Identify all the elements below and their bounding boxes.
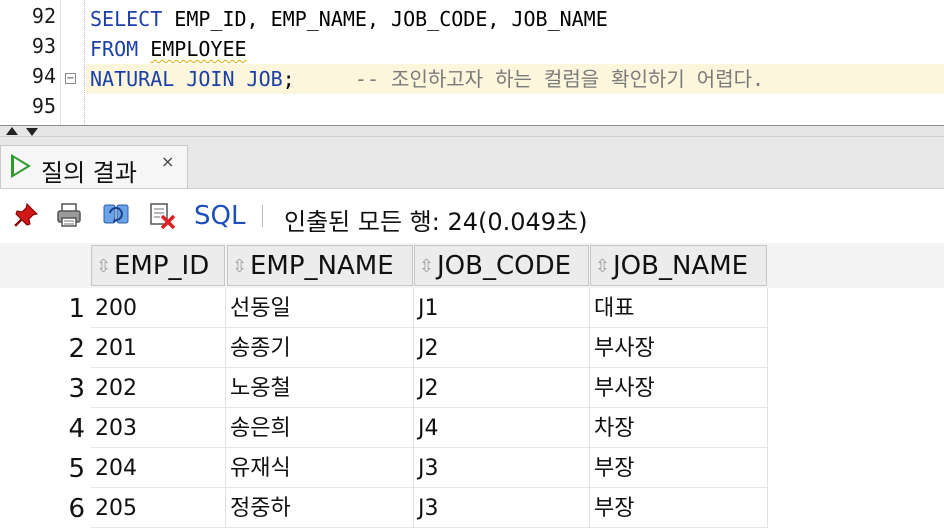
cell-job-code[interactable]: J2 [414, 368, 590, 408]
row-number: 2 [68, 334, 85, 364]
cell-emp-id[interactable]: 201 [91, 328, 226, 368]
collapse-up-icon[interactable] [6, 127, 18, 135]
cell-job-name[interactable]: 차장 [590, 408, 768, 448]
cell-emp-name[interactable]: 선동일 [226, 288, 414, 328]
table-row[interactable]: 6 205 정중하 J3 부장 [0, 488, 944, 528]
cell-emp-name[interactable]: 유재식 [226, 448, 414, 488]
print-icon[interactable] [55, 201, 83, 229]
cell-emp-id[interactable]: 203 [91, 408, 226, 448]
pane-splitter[interactable] [0, 125, 944, 137]
cell-emp-id[interactable]: 200 [91, 288, 226, 328]
line-number: 92 [31, 4, 56, 28]
table-row[interactable]: 5 204 유재식 J3 부장 [0, 448, 944, 488]
sql-comment: -- 조인하고자 하는 컬럼을 확인하기 어렵다. [354, 67, 765, 91]
code-line-from[interactable]: FROM EMPLOYEE [90, 34, 247, 64]
cell-job-code[interactable]: J1 [414, 288, 590, 328]
line-number: 95 [31, 94, 56, 118]
collapse-down-icon[interactable] [26, 128, 38, 136]
row-number: 5 [68, 454, 85, 484]
toolbar-divider [262, 205, 263, 227]
tab-label: 질의 결과 [41, 159, 137, 187]
delete-export-icon[interactable] [148, 201, 176, 229]
column-header-job-name[interactable]: ⇳ JOB_NAME [590, 245, 767, 286]
tab-query-result[interactable]: 질의 결과 × [0, 145, 188, 188]
results-tab-bar: 질의 결과 × [0, 137, 944, 189]
cell-emp-name[interactable]: 송은희 [226, 408, 414, 448]
indent-guide [84, 0, 85, 125]
cell-emp-id[interactable]: 205 [91, 488, 226, 528]
cell-emp-id[interactable]: 204 [91, 448, 226, 488]
refresh-icon[interactable] [102, 201, 130, 229]
cell-job-name[interactable]: 부사장 [590, 368, 768, 408]
sql-editor[interactable]: 92 93 94 95 − SELECT EMP_ID, EMP_NAME, J… [0, 0, 944, 125]
sort-icon: ⇳ [595, 256, 611, 277]
line-number-gutter: 92 93 94 95 [0, 0, 61, 125]
cell-job-name[interactable]: 대표 [590, 288, 768, 328]
cell-emp-name[interactable]: 노옹철 [226, 368, 414, 408]
column-header-label: JOB_NAME [613, 251, 749, 281]
sql-keyword: FROM [90, 37, 139, 61]
code-line-select[interactable]: SELECT EMP_ID, EMP_NAME, JOB_CODE, JOB_N… [90, 4, 608, 34]
results-toolbar: SQL 인출된 모든 행: 24(0.049초) [0, 189, 944, 244]
cell-emp-name[interactable]: 송종기 [226, 328, 414, 368]
close-icon[interactable]: × [161, 152, 174, 171]
column-header-emp-name[interactable]: ⇳ EMP_NAME [227, 245, 413, 286]
table-row[interactable]: 4 203 송은희 J4 차장 [0, 408, 944, 448]
sql-link-button[interactable]: SQL [194, 201, 245, 231]
column-header-job-code[interactable]: ⇳ JOB_CODE [414, 245, 589, 286]
cell-job-name[interactable]: 부장 [590, 448, 768, 488]
column-header-label: EMP_ID [114, 251, 210, 281]
table-row[interactable]: 2 201 송종기 J2 부사장 [0, 328, 944, 368]
cell-emp-id[interactable]: 202 [91, 368, 226, 408]
column-header-label: JOB_CODE [437, 251, 572, 281]
row-number: 6 [68, 494, 85, 524]
line-number: 94 [31, 64, 56, 88]
pin-icon[interactable] [12, 201, 40, 229]
table-name-warning: EMPLOYEE [150, 37, 247, 61]
sort-icon: ⇳ [232, 256, 248, 277]
fetch-status-text: 인출된 모든 행: 24(0.049초) [284, 208, 588, 236]
select-columns: EMP_ID, EMP_NAME, JOB_CODE, JOB_NAME [162, 7, 608, 31]
cell-job-code[interactable]: J3 [414, 448, 590, 488]
cell-job-code[interactable]: J2 [414, 328, 590, 368]
cell-emp-name[interactable]: 정중하 [226, 488, 414, 528]
sort-icon: ⇳ [419, 256, 435, 277]
row-number: 3 [68, 374, 85, 404]
cell-job-name[interactable]: 부사장 [590, 328, 768, 368]
fold-toggle-icon[interactable]: − [65, 73, 76, 84]
cell-job-name[interactable]: 부장 [590, 488, 768, 528]
column-header-label: EMP_NAME [250, 251, 394, 281]
sort-icon: ⇳ [96, 256, 112, 277]
column-header-emp-id[interactable]: ⇳ EMP_ID [91, 245, 225, 286]
row-number: 4 [68, 414, 85, 444]
sql-keyword: NATURAL JOIN JOB [90, 67, 283, 91]
run-result-icon [11, 154, 31, 178]
cell-job-code[interactable]: J3 [414, 488, 590, 528]
table-row[interactable]: 3 202 노옹철 J2 부사장 [0, 368, 944, 408]
cell-job-code[interactable]: J4 [414, 408, 590, 448]
table-row[interactable]: 1 200 선동일 J1 대표 [0, 288, 944, 328]
statement-terminator: ; [282, 67, 295, 91]
line-number: 93 [31, 34, 56, 58]
grid-header-row: ⇳ EMP_ID ⇳ EMP_NAME ⇳ JOB_CODE ⇳ JOB_NAME [0, 243, 944, 288]
code-line-natural-join[interactable]: NATURAL JOIN JOB; -- 조인하고자 하는 컬럼을 확인하기 어… [86, 64, 944, 94]
row-number: 1 [68, 294, 85, 324]
results-grid[interactable]: ⇳ EMP_ID ⇳ EMP_NAME ⇳ JOB_CODE ⇳ JOB_NAME 1 … [0, 243, 944, 528]
sql-keyword: SELECT [90, 7, 163, 31]
